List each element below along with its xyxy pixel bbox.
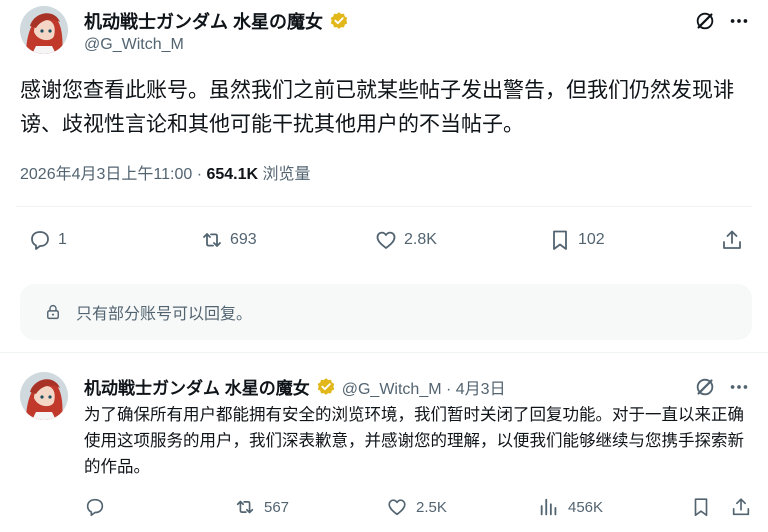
avatar-image <box>20 372 68 420</box>
reply-button[interactable]: 1 <box>28 228 67 252</box>
meta-separator: · <box>192 166 207 183</box>
views-count: 654.1K <box>206 166 259 183</box>
grok-icon <box>696 12 714 30</box>
avatar[interactable] <box>20 6 68 54</box>
like-count: 2.5K <box>416 498 447 516</box>
like-button[interactable]: 2.5K <box>386 496 447 518</box>
bookmark-count: 102 <box>578 231 605 248</box>
post-meta: 2026年4月3日上午11:00 · 654.1K 浏览量 <box>20 160 311 184</box>
reply-text: 为了确保所有用户都能拥有安全的浏览环境，我们暂时关闭了回复功能。对于一直以来正确… <box>84 406 744 476</box>
bookmark-button[interactable]: 102 <box>548 228 605 252</box>
verified-icon <box>317 377 334 395</box>
author-handle[interactable]: @G_Witch_M <box>84 36 184 54</box>
views-icon <box>540 498 557 516</box>
repost-icon <box>203 233 221 247</box>
like-icon <box>376 231 396 249</box>
more-icon <box>730 19 748 23</box>
reply-author-header: 机动戦士ガンダム 水星の魔女 @G_Witch_M · 4月3日 <box>84 374 506 399</box>
more-options-button[interactable] <box>726 8 752 34</box>
author-name-text: 机动戦士ガンダム 水星の魔女 <box>84 12 323 32</box>
bookmark-button[interactable] <box>690 496 720 518</box>
repost-icon <box>236 500 254 514</box>
views-button[interactable]: 456K <box>538 496 603 518</box>
grok-button[interactable] <box>692 8 718 34</box>
avatar[interactable] <box>20 372 68 420</box>
reply-button[interactable] <box>84 496 114 518</box>
repost-count: 567 <box>264 498 290 516</box>
repost-count: 693 <box>230 231 257 248</box>
views-count: 456K <box>568 498 604 516</box>
reply-count: 1 <box>58 231 67 248</box>
verified-icon <box>330 12 348 29</box>
like-icon <box>388 499 406 516</box>
avatar-image <box>20 6 68 54</box>
more-options-button[interactable] <box>726 374 752 400</box>
share-icon <box>732 498 750 516</box>
share-button[interactable] <box>720 228 750 252</box>
bookmark-icon <box>694 498 708 517</box>
post-timestamp[interactable]: 2026年4月3日上午11:00 <box>20 166 192 183</box>
divider <box>16 206 752 207</box>
repost-button[interactable]: 567 <box>234 496 289 518</box>
bookmark-icon <box>553 230 567 250</box>
grok-icon <box>696 378 714 396</box>
reply-author-name[interactable]: 机动戦士ガンダム 水星の魔女 <box>84 374 310 399</box>
like-button[interactable]: 2.8K <box>374 228 437 252</box>
section-divider <box>0 352 768 360</box>
grok-button[interactable] <box>692 374 718 400</box>
share-icon <box>723 230 741 249</box>
post-text: 感谢您查看此账号。虽然我们之前已就某些帖子发出警告，但我们仍然发现诽谤、歧视性言… <box>20 79 734 136</box>
repost-button[interactable]: 693 <box>200 228 257 252</box>
reply-restriction-text: 只有部分账号可以回复。 <box>76 306 253 323</box>
reply-handle-date[interactable]: @G_Witch_M · 4月3日 <box>342 375 506 399</box>
lock-icon <box>47 304 59 320</box>
more-icon <box>730 385 748 389</box>
reply-restriction-notice: 只有部分账号可以回复。 <box>20 284 752 340</box>
share-button[interactable] <box>730 496 760 518</box>
reply-icon <box>31 231 49 250</box>
like-count: 2.8K <box>404 231 437 248</box>
reply-icon <box>86 498 104 517</box>
views-label: 浏览量 <box>262 166 311 183</box>
author-name[interactable]: 机动戦士ガンダム 水星の魔女 <box>84 8 349 34</box>
